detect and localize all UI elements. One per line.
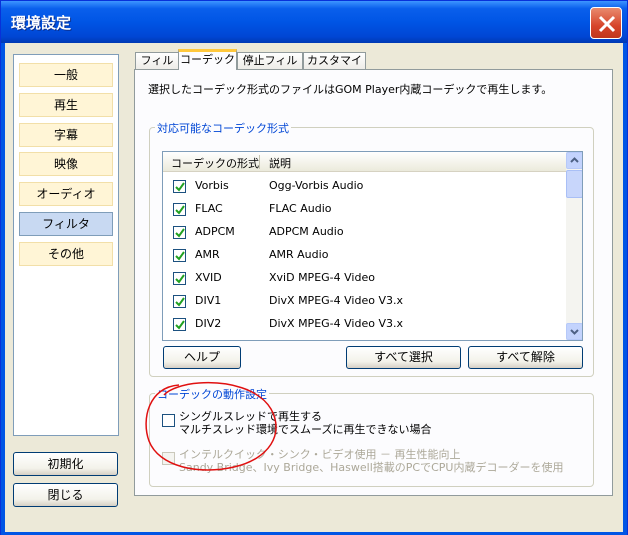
tab-codec[interactable]: コーデック: [178, 49, 237, 70]
list-item[interactable]: FLAC FLAC Audio: [163, 198, 566, 221]
check-icon: [175, 274, 185, 284]
nav-item-other[interactable]: その他: [19, 242, 113, 266]
codec-desc: DivX MPEG-4 Video V3.x: [269, 294, 403, 307]
codec-format: DIV1: [195, 294, 222, 307]
codec-checkbox[interactable]: [173, 318, 186, 331]
tab-stop-filter[interactable]: 停止フィルタ: [237, 52, 303, 83]
close-icon: [598, 15, 616, 33]
nav-item-subtitles[interactable]: 字幕: [19, 123, 113, 147]
codec-list-header: コーデックの形式 説明: [163, 152, 566, 172]
list-item[interactable]: ADPCM ADPCM Audio: [163, 221, 566, 244]
scroll-up-button[interactable]: [566, 152, 582, 169]
codec-checkbox[interactable]: [173, 249, 186, 262]
chevron-down-icon: [570, 329, 579, 335]
column-separator[interactable]: [259, 155, 260, 169]
codec-checkbox[interactable]: [173, 180, 186, 193]
codec-desc: FLAC Audio: [269, 202, 332, 215]
check-icon: [175, 182, 185, 192]
nav-item-audio[interactable]: オーディオ: [19, 182, 113, 206]
annotation-circle: [145, 381, 277, 471]
check-icon: [175, 320, 185, 330]
codec-format: Vorbis: [195, 179, 229, 192]
codec-format: DIV2: [195, 317, 222, 330]
list-item[interactable]: DIV2 DivX MPEG-4 Video V3.x: [163, 313, 566, 336]
column-header-description[interactable]: 説明: [269, 155, 291, 171]
close-button[interactable]: 閉じる: [13, 483, 118, 507]
codec-format: FLAC: [195, 202, 223, 215]
window-frame-left: [1, 43, 5, 535]
check-icon: [175, 297, 185, 307]
column-header-format[interactable]: コーデックの形式: [171, 155, 259, 171]
check-icon: [175, 228, 185, 238]
vertical-scrollbar[interactable]: [566, 152, 582, 340]
reset-button[interactable]: 初期化: [13, 452, 118, 476]
list-item[interactable]: Vorbis Ogg-Vorbis Audio: [163, 175, 566, 198]
list-item[interactable]: XVID XviD MPEG-4 Video: [163, 267, 566, 290]
codec-desc: XviD MPEG-4 Video: [269, 271, 375, 284]
codec-checkbox[interactable]: [173, 295, 186, 308]
title-bar[interactable]: 環境設定: [1, 1, 627, 43]
nav-item-playback[interactable]: 再生: [19, 93, 113, 117]
check-icon: [175, 251, 185, 261]
codec-list: コーデックの形式 説明 Vorbis Ogg-Vorbis Audio FLAC…: [162, 151, 583, 341]
codec-checkbox[interactable]: [173, 226, 186, 239]
list-item[interactable]: DIV1 DivX MPEG-4 Video V3.x: [163, 290, 566, 313]
codec-checkbox[interactable]: [173, 272, 186, 285]
list-item[interactable]: AMR AMR Audio: [163, 244, 566, 267]
codec-desc: Ogg-Vorbis Audio: [269, 179, 364, 192]
scroll-down-button[interactable]: [566, 323, 582, 340]
settings-window: 環境設定 一般 再生 字幕 映像 オーディオ フィルタ その他 初期化 閉じる …: [0, 0, 628, 535]
category-nav: 一般 再生 字幕 映像 オーディオ フィルタ その他: [13, 54, 119, 436]
nav-item-video[interactable]: 映像: [19, 152, 113, 176]
formats-group-label: 対応可能なコーデック形式: [155, 120, 291, 136]
tab-customize[interactable]: カスタマイズ: [303, 52, 366, 83]
chevron-up-icon: [570, 157, 579, 163]
help-button[interactable]: ヘルプ: [163, 346, 241, 369]
deselect-all-button[interactable]: すべて解除: [468, 346, 583, 369]
codec-format: XVID: [195, 271, 222, 284]
codec-checkbox[interactable]: [173, 203, 186, 216]
codec-description: 選択したコーデック形式のファイルはGOM Player内蔵コーデックで再生します…: [148, 83, 553, 96]
window-frame-right: [623, 43, 627, 535]
nav-item-filter[interactable]: フィルタ: [19, 212, 113, 236]
scroll-thumb[interactable]: [566, 170, 582, 198]
window-title: 環境設定: [11, 14, 72, 32]
codec-desc: AMR Audio: [269, 248, 329, 261]
codec-format: AMR: [195, 248, 220, 261]
close-window-button[interactable]: [590, 7, 622, 39]
check-icon: [175, 205, 185, 215]
codec-desc: DivX MPEG-4 Video V3.x: [269, 317, 403, 330]
codec-format: ADPCM: [195, 225, 235, 238]
nav-item-general[interactable]: 一般: [19, 63, 113, 87]
select-all-button[interactable]: すべて選択: [346, 346, 461, 369]
codec-desc: ADPCM Audio: [269, 225, 344, 238]
tab-filter[interactable]: フィルタ: [135, 52, 179, 83]
